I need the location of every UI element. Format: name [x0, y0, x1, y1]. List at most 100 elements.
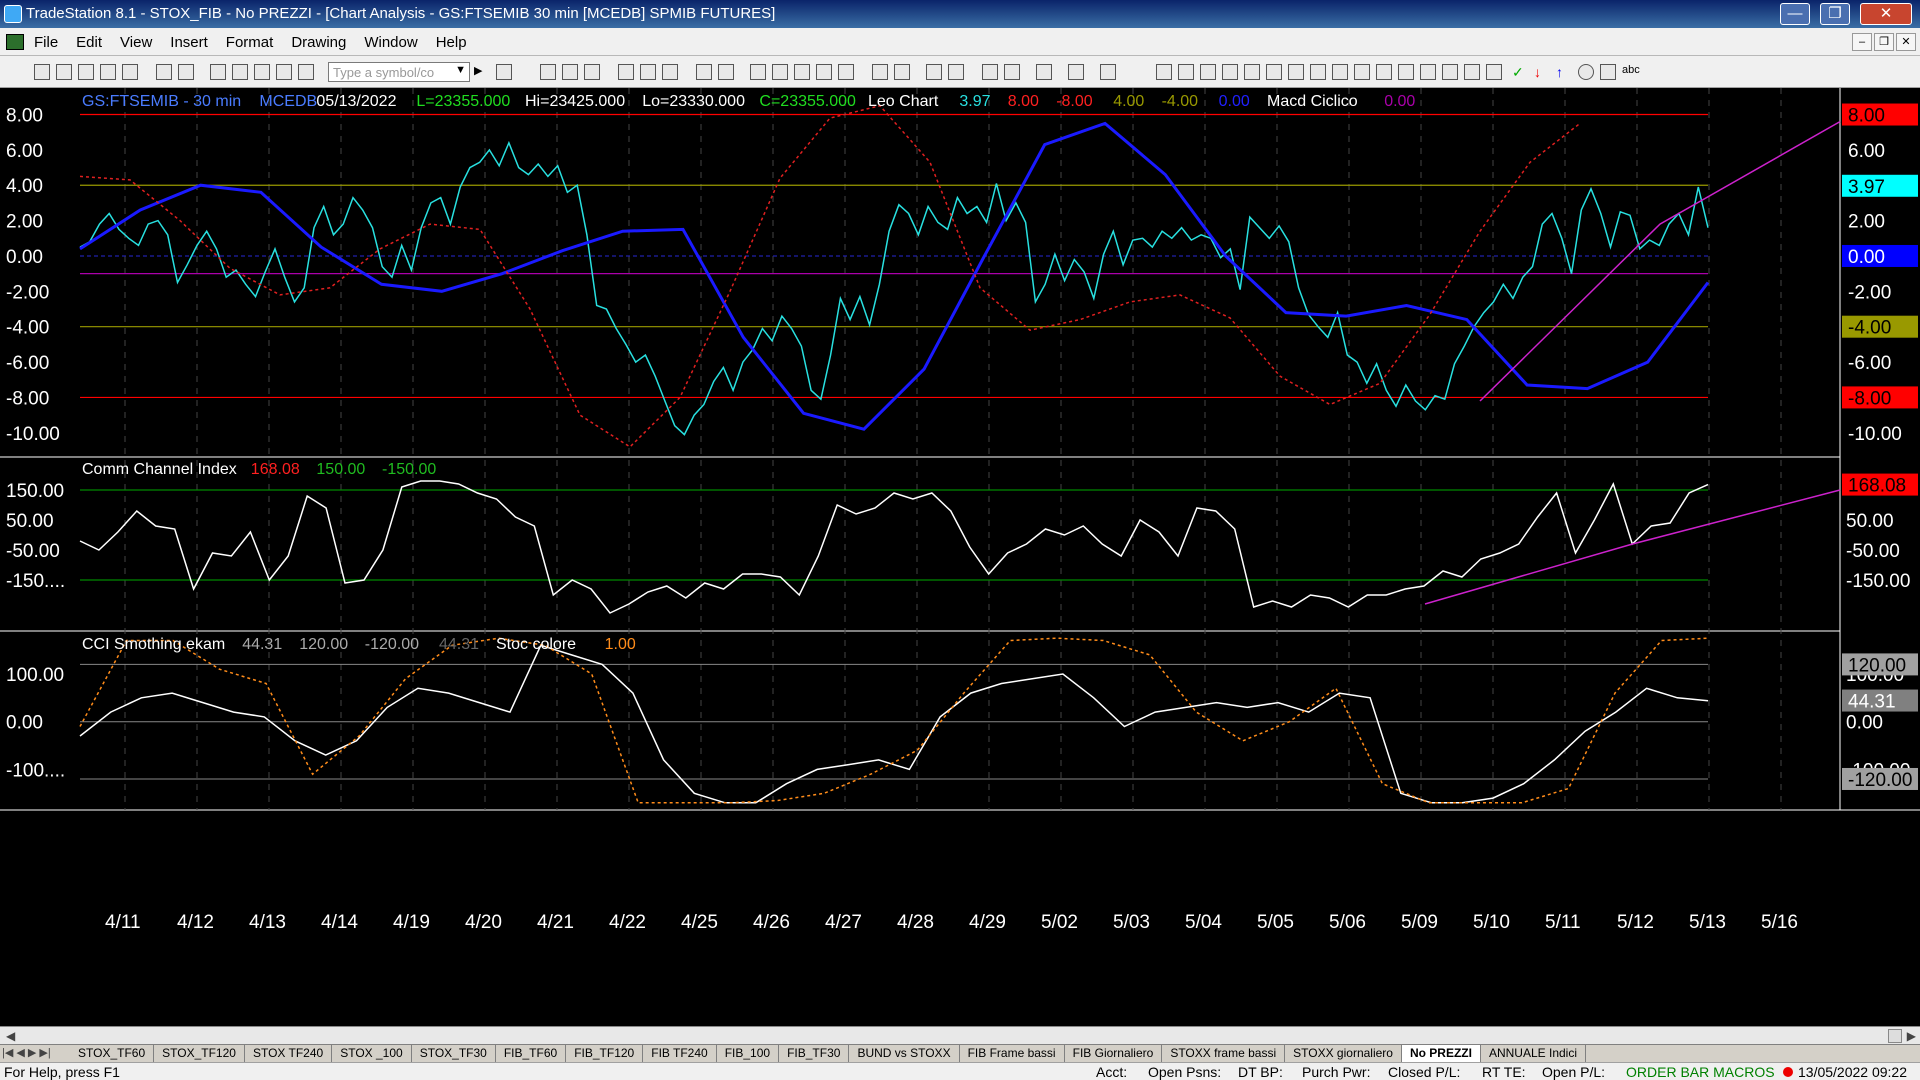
zoom-out-icon[interactable] — [948, 64, 964, 80]
tab-stoxx-frame-bassi[interactable]: STOXX frame bassi — [1162, 1045, 1286, 1062]
fib-arc-icon[interactable] — [1420, 64, 1436, 80]
open-workspace-icon[interactable] — [78, 64, 94, 80]
tab-fib-tf60[interactable]: FIB_TF60 — [496, 1045, 567, 1062]
tab-fib-tf30[interactable]: FIB_TF30 — [779, 1045, 850, 1062]
speed-lines-icon[interactable] — [1288, 64, 1304, 80]
strategy-icon[interactable] — [276, 64, 292, 80]
new-icon[interactable] — [34, 64, 50, 80]
window-list-icon[interactable] — [232, 64, 248, 80]
chart-area[interactable]: 4/11 4/12 4/13 4/14 4/19 4/20 4/21 4/22 4/25 4/26… — [0, 88, 1920, 1026]
tab-no-prezzi[interactable]: No PREZZI — [1401, 1045, 1481, 1062]
horizontal-scrollbar[interactable]: ◀ ▶ — [0, 1026, 1920, 1044]
menu-edit[interactable]: Edit — [76, 34, 102, 51]
menu-format[interactable]: Format — [226, 34, 274, 51]
arrow-up-icon[interactable]: ↑ — [1556, 64, 1572, 80]
symbol-lookup-icon[interactable] — [496, 64, 512, 80]
close-button[interactable]: ✕ — [1860, 3, 1912, 25]
restore-button[interactable]: ❐ — [1820, 3, 1850, 25]
tab-fib-giornaliero[interactable]: FIB Giornaliero — [1065, 1045, 1163, 1062]
scroll-thumb[interactable] — [1888, 1029, 1902, 1043]
chart-canvas[interactable]: 4/11 4/12 4/13 4/14 4/19 4/20 4/21 4/22 4/25 4/26… — [0, 88, 1920, 1026]
scale-icon[interactable] — [640, 64, 656, 80]
menu-insert[interactable]: Insert — [170, 34, 208, 51]
compress-icon[interactable] — [872, 64, 888, 80]
ellipse-icon[interactable] — [1578, 64, 1594, 80]
symbol-input[interactable]: Type a symbol/co ▼ — [328, 62, 470, 82]
check-mark-icon[interactable]: ✓ — [1512, 64, 1528, 80]
grid-icon[interactable] — [584, 64, 600, 80]
tab-fib-tf240[interactable]: FIB TF240 — [643, 1045, 717, 1062]
radar-icon[interactable] — [562, 64, 578, 80]
print-icon[interactable] — [178, 64, 194, 80]
tab-bund-vs-stoxx[interactable]: BUND vs STOXX — [849, 1045, 960, 1062]
point-figure-icon[interactable] — [816, 64, 832, 80]
gann-fan-icon[interactable] — [1266, 64, 1282, 80]
menu-help[interactable]: Help — [436, 34, 467, 51]
vertical-lines-icon[interactable] — [1178, 64, 1194, 80]
workspace-icon[interactable] — [122, 64, 138, 80]
tab-stox-tf240[interactable]: STOX TF240 — [245, 1045, 333, 1062]
fib-extension-icon[interactable] — [1310, 64, 1326, 80]
menu-drawing[interactable]: Drawing — [291, 34, 346, 51]
expand-icon[interactable] — [894, 64, 910, 80]
horizontal-lines-icon[interactable] — [1200, 64, 1216, 80]
date-tick-label: 4/25 — [681, 912, 718, 933]
save-icon[interactable] — [156, 64, 172, 80]
tools-icon[interactable] — [1036, 64, 1052, 80]
tab-fib-frame-bassi[interactable]: FIB Frame bassi — [960, 1045, 1065, 1062]
format-icon[interactable] — [662, 64, 678, 80]
mdi-minimize-button[interactable]: – — [1852, 33, 1872, 51]
scroll-left-icon[interactable]: ◀ — [6, 1029, 15, 1043]
play-icon[interactable]: ▶ — [474, 64, 490, 80]
folder-icon[interactable] — [100, 64, 116, 80]
menu-window[interactable]: Window — [364, 34, 417, 51]
mdi-restore-button[interactable]: ❐ — [1874, 33, 1894, 51]
fib-time-zone-icon[interactable] — [1442, 64, 1458, 80]
insert-strategy-icon[interactable] — [718, 64, 734, 80]
tab-nav-arrows[interactable]: |◀ ◀ ▶ ▶| — [2, 1046, 51, 1059]
brush-icon[interactable] — [1486, 64, 1502, 80]
mdi-close-button[interactable]: ✕ — [1896, 33, 1916, 51]
tab-fib-100[interactable]: FIB_100 — [717, 1045, 780, 1062]
data-tip-icon[interactable] — [1004, 64, 1020, 80]
parallel-lines-icon[interactable] — [1398, 64, 1414, 80]
volume-icon[interactable] — [838, 64, 854, 80]
chart-icon[interactable] — [540, 64, 556, 80]
lock-icon[interactable] — [254, 64, 270, 80]
channel-icon[interactable] — [1222, 64, 1238, 80]
chevron-down-icon[interactable]: ▼ — [455, 64, 466, 76]
candle-icon[interactable] — [772, 64, 788, 80]
zoom-in-icon[interactable] — [926, 64, 942, 80]
tab-stoxx-giornaliero[interactable]: STOXX giornaliero — [1285, 1045, 1402, 1062]
tab-fib-tf120[interactable]: FIB_TF120 — [566, 1045, 644, 1062]
line-style-icon[interactable] — [794, 64, 810, 80]
alert-icon[interactable] — [1068, 64, 1084, 80]
tab-annuale-indici[interactable]: ANNUALE Indici — [1481, 1045, 1586, 1062]
open-icon[interactable] — [56, 64, 72, 80]
minimize-button[interactable]: — — [1780, 3, 1810, 25]
status-order-bar-macros[interactable]: ORDER BAR MACROS — [1626, 1064, 1775, 1080]
horizontal-line-icon[interactable] — [1376, 64, 1392, 80]
window-icon[interactable] — [210, 64, 226, 80]
trendline-icon[interactable] — [1156, 64, 1172, 80]
insert-indicator-icon[interactable] — [696, 64, 712, 80]
tab-stox-100[interactable]: STOX _100 — [332, 1045, 412, 1062]
fibonacci-icon[interactable] — [1244, 64, 1260, 80]
tab-stox-tf30[interactable]: STOX_TF30 — [412, 1045, 496, 1062]
andrews-pitchfork-icon[interactable] — [1332, 64, 1348, 80]
regression-channel-icon[interactable] — [1354, 64, 1370, 80]
bar-style-icon[interactable] — [750, 64, 766, 80]
chart-window-icon[interactable] — [6, 34, 24, 50]
tab-stox-tf120[interactable]: STOX_TF120 — [154, 1045, 245, 1062]
text-tool-icon[interactable]: abc — [1622, 64, 1648, 80]
menu-file[interactable]: File — [34, 34, 58, 51]
tab-stox-tf60[interactable]: STOX_TF60 — [70, 1045, 155, 1062]
link-icon[interactable] — [618, 64, 634, 80]
menu-view[interactable]: View — [120, 34, 152, 51]
freehand-icon[interactable] — [1464, 64, 1480, 80]
rectangle-icon[interactable] — [1600, 64, 1616, 80]
globe-icon[interactable] — [298, 64, 314, 80]
arrow-down-icon[interactable]: ↓ — [1534, 64, 1550, 80]
pointer-icon[interactable] — [982, 64, 998, 80]
scroll-right-icon[interactable]: ▶ — [1907, 1029, 1916, 1043]
